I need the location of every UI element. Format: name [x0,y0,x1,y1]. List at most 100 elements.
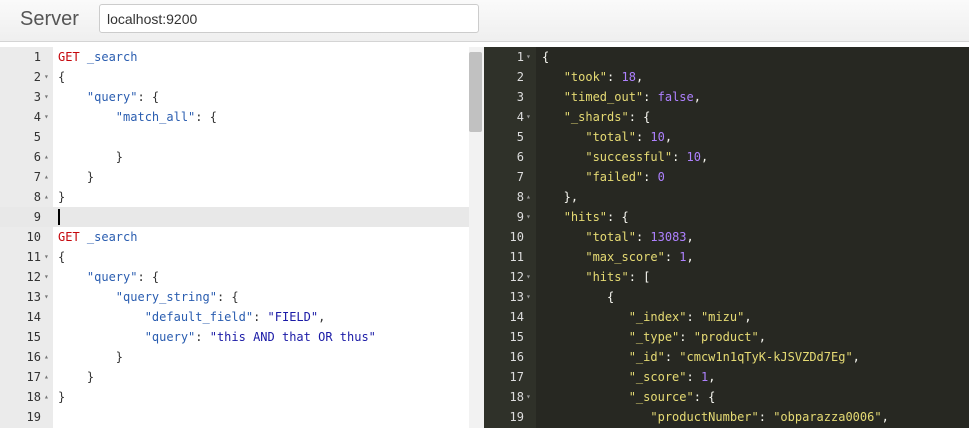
token-key: "query" [86,90,138,104]
fold-toggle-icon[interactable]: ▴ [44,367,49,387]
token-str: "cmcw1n1qTyK-kJSVZDd7Eg" [679,350,853,364]
fold-toggle-icon[interactable]: ▴ [526,187,531,207]
token-punc: : [686,370,701,384]
code-text: "query": "this AND that OR thus" [58,327,376,347]
token-key: "successful" [585,150,673,164]
line-number: 1 [33,50,41,64]
fold-toggle-icon[interactable]: ▴ [44,387,49,407]
token-key: "query" [144,330,196,344]
fold-toggle-icon[interactable]: ▾ [526,47,531,67]
line-number: 5 [33,130,41,144]
request-line[interactable]: 7 ▴ } [0,167,469,187]
response-line[interactable]: 11 "max_score": 1, [484,247,969,267]
request-scrollbar[interactable] [469,52,482,132]
request-line[interactable]: 2 ▾ { [0,67,469,87]
token-punc: : { [628,110,651,124]
response-line[interactable]: 4 ▾ "_shards": { [484,107,969,127]
response-line[interactable]: 5 "total": 10, [484,127,969,147]
fold-toggle-icon[interactable]: ▴ [44,187,49,207]
response-line[interactable]: 3 "timed_out": false, [484,87,969,107]
code-text: "timed_out": false, [542,87,701,107]
response-line[interactable]: 13 ▾ { [484,287,969,307]
server-url-input[interactable] [99,4,479,33]
token-punc [542,350,629,364]
request-line[interactable]: 15 "query": "this AND that OR thus" [0,327,469,347]
fold-toggle-icon[interactable]: ▾ [526,287,531,307]
response-line[interactable]: 8 ▴ }, [484,187,969,207]
fold-toggle-icon[interactable]: ▾ [44,287,49,307]
code-text: "_shards": { [542,107,651,127]
line-number: 5 [516,130,524,144]
fold-toggle-icon[interactable]: ▾ [526,387,531,407]
fold-toggle-icon[interactable]: ▴ [44,347,49,367]
fold-toggle-icon[interactable]: ▾ [44,107,49,127]
request-line[interactable]: 3 ▾ "query": { [0,87,469,107]
code-text: "max_score": 1, [542,247,693,267]
response-line[interactable]: 19 "productNumber": "obparazza0006", [484,407,969,427]
request-line[interactable]: 5 [0,127,469,147]
code-text: { [58,67,65,87]
response-line[interactable]: 6 "successful": 10, [484,147,969,167]
token-key: "default_field" [144,310,254,324]
response-viewer[interactable]: 1 ▾{2 "took": 18, 3 "timed_out": false, 4 ▾ … [484,47,969,428]
fold-toggle-icon[interactable]: ▾ [44,267,49,287]
token-punc: , [708,370,716,384]
token-punc: } [58,390,66,404]
fold-toggle-icon[interactable]: ▴ [44,167,49,187]
request-line[interactable]: 9 [0,207,469,227]
request-line[interactable]: 4 ▾ "match_all": { [0,107,469,127]
response-line[interactable]: 15 "_type": "product", [484,327,969,347]
fold-toggle-icon[interactable]: ▾ [526,107,531,127]
response-line[interactable]: 7 "failed": 0 [484,167,969,187]
request-line[interactable]: 14 "default_field": "FIELD", [0,307,469,327]
response-line[interactable]: 9 ▾ "hits": { [484,207,969,227]
code-text: "hits": [ [542,267,650,287]
token-key: "max_score" [585,250,665,264]
fold-toggle-icon[interactable]: ▾ [44,247,49,267]
line-number: 6 [33,150,41,164]
request-line[interactable]: 11 ▾ { [0,247,469,267]
token-key: "total" [585,130,636,144]
token-key: "_source" [628,390,694,404]
response-line[interactable]: 18 ▾ "_source": { [484,387,969,407]
request-line[interactable]: 17 ▴ } [0,367,469,387]
response-line[interactable]: 1 ▾ { [484,47,969,67]
request-line[interactable]: 8 ▴} [0,187,469,207]
token-key: "match_all" [115,110,196,124]
token-bool: false [657,90,694,104]
line-number: 15 [509,330,524,344]
fold-toggle-icon[interactable]: ▾ [526,267,531,287]
response-line[interactable]: 16 "_id": "cmcw1n1qTyK-kJSVZDd7Eg", [484,347,969,367]
response-line[interactable]: 17 "_score": 1, [484,367,969,387]
response-line[interactable]: 12 ▾ "hits": [ [484,267,969,287]
token-punc: : [664,250,680,264]
token-key: "hits" [585,270,629,284]
response-line[interactable]: 2 "took": 18, [484,67,969,87]
fold-toggle-icon[interactable]: ▾ [526,207,531,227]
request-line[interactable]: 6 ▴ } [0,147,469,167]
token-punc: : [686,310,701,324]
code-text: } [58,367,94,387]
token-key: "timed_out" [563,90,644,104]
request-line[interactable]: 1 GET _search [0,47,469,67]
fold-toggle-icon[interactable]: ▾ [44,67,49,87]
line-number: 7 [33,170,41,184]
request-line[interactable]: 10 GET _search [0,227,469,247]
response-line[interactable]: 14 "_index": "mizu", [484,307,969,327]
line-number: 10 [509,230,524,244]
request-line[interactable]: 16 ▴ } [0,347,469,367]
code-text: { [542,287,614,307]
response-line[interactable]: 10 "total": 13083, [484,227,969,247]
token-punc: { [542,290,615,304]
request-line[interactable]: 19 [0,407,469,427]
request-line[interactable]: 13 ▾ "query_string": { [0,287,469,307]
token-punc: } [58,350,124,364]
fold-toggle-icon[interactable]: ▾ [44,87,49,107]
request-line[interactable]: 18 ▴} [0,387,469,407]
fold-toggle-icon[interactable]: ▴ [44,147,49,167]
request-line[interactable]: 12 ▾ "query": { [0,267,469,287]
request-editor[interactable]: 1 GET _search 2 ▾{3 ▾ "query": {4 ▾ "match_al… [0,47,469,428]
token-punc: , [881,410,889,424]
code-text: } [58,187,65,207]
token-punc: : { [607,210,629,224]
